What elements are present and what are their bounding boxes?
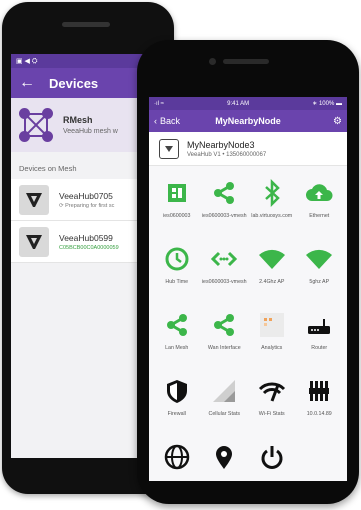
tile-code-arrows[interactable]: ies0600003-vmesh [201,244,249,302]
veeahub-icon [19,226,49,257]
status-icons-left: ▣ ◀ ⛭ [16,57,38,65]
tile-shield[interactable]: Firewall [153,376,201,434]
phone-speaker [62,22,110,27]
nav-bar: ‹ Back MyNearbyNode ⚙ [149,110,347,132]
tile-signal[interactable]: Cellular Stats [201,376,249,434]
veeahub-icon [19,184,49,215]
chevron-left-icon: ‹ [154,116,157,126]
tile-wifi[interactable]: 2.4Ghz AP [248,244,296,302]
location-pin-icon [209,442,239,472]
iphone-screen: ·ıl ≈ 9:41 AM ∗ 100% ▬ ‹ Back MyNearbyNo… [149,97,347,481]
gear-icon[interactable]: ⚙ [333,116,342,127]
power-icon [257,442,287,472]
tile-label: lab.virtuosys.com [251,213,293,219]
status-bar: ·ıl ≈ 9:41 AM ∗ 100% ▬ [149,97,347,110]
tile-wifi[interactable]: 5ghz AP [296,244,344,302]
tile-label: 2.4Ghz AP [259,279,285,285]
tile-label: ies0600003-vmesh [201,213,247,219]
tile-label: ies0600003 [163,213,191,219]
tile-analytics[interactable]: Analytics [248,310,296,368]
tile-label: 5ghz AP [309,279,330,285]
tile-cloud-upload[interactable]: Ethernet [296,178,344,236]
signal-icon [209,376,239,406]
tile-label: ies0600003-vmesh [201,279,247,285]
mesh-network-icon [19,108,53,142]
bluetooth-icon [257,178,287,208]
device-name: VeeaHub0705 [59,190,113,201]
tile-share[interactable]: Lan Mesh [153,310,201,368]
tile-label: Analytics [261,345,283,351]
tile-router[interactable]: Router [296,310,344,368]
wifi-icon [257,244,287,274]
wifi-speed-icon [257,376,287,406]
node-header: MyNearbyNode3 VeeaHub V1 • 135060000067 [149,132,347,166]
node-name: MyNearbyNode3 [187,139,255,150]
back-button[interactable]: ‹ Back [154,116,180,126]
mesh-name: RMesh [63,115,93,125]
share-icon [209,178,239,208]
share-icon [209,310,239,340]
mesh-subtitle: VeeaHub mesh w [63,128,118,135]
battery-status: ∗ 100% ▬ [312,101,342,107]
tile-label: Wi-Fi Stats [258,411,285,417]
tile-label: Firewall [167,411,186,417]
node-subtitle: VeeaHub V1 • 135060000067 [187,151,267,158]
cloud-upload-icon [304,178,334,208]
iphone: ·ıl ≈ 9:41 AM ∗ 100% ▬ ‹ Back MyNearbyNo… [137,40,359,504]
tile-power[interactable] [248,442,296,481]
wifi-icon [304,244,334,274]
tile-location-pin[interactable] [201,442,249,481]
clock-icon [162,244,192,274]
tile-label: Lan Mesh [165,345,189,351]
status-time: 9:41 AM [227,100,250,107]
chip-icon [162,178,192,208]
back-label: Back [160,116,181,126]
tile-share[interactable]: ies0600003-vmesh [201,178,249,236]
back-arrow-icon[interactable]: ← [19,74,43,92]
tile-label: 10.0.14.89 [306,411,332,417]
tile-label: Ethernet [309,213,330,219]
shield-icon [162,376,192,406]
feature-grid: ies0600003 ies0600003-vmesh lab.virtuosys.… [149,166,347,481]
ethernet-port-icon [304,376,334,406]
page-title: Devices [49,75,99,91]
device-icon [159,138,179,159]
share-icon [162,310,192,340]
tile-clock[interactable]: Hub Time [153,244,201,302]
tile-share[interactable]: Wan Interface [201,310,249,368]
tile-bluetooth[interactable]: lab.virtuosys.com [248,178,296,236]
tile-label: Router [311,345,328,351]
tile-ethernet-port[interactable]: 10.0.14.89 [296,376,344,434]
phone-camera [209,58,216,65]
device-status: C05BCB00C0A0000059 [59,244,119,251]
signal-status: ·ıl ≈ [154,100,164,107]
globe-icon [162,442,192,472]
analytics-icon [257,310,287,340]
device-name: VeeaHub0599 [59,232,113,243]
code-arrows-icon [209,244,239,274]
device-status: ⟳ Preparing for first sc [59,202,115,209]
tile-wifi-speed[interactable]: Wi-Fi Stats [248,376,296,434]
app-showcase: ▣ ◀ ⛭ ∗ ← Devices [0,0,361,510]
phone-speaker [223,59,269,64]
tile-label: Hub Time [165,279,189,285]
tile-globe[interactable] [153,442,201,481]
tile-label: Wan Interface [207,345,241,351]
router-icon [304,310,334,340]
tile-label: Cellular Stats [208,411,241,417]
tile-chip[interactable]: ies0600003 [153,178,201,236]
